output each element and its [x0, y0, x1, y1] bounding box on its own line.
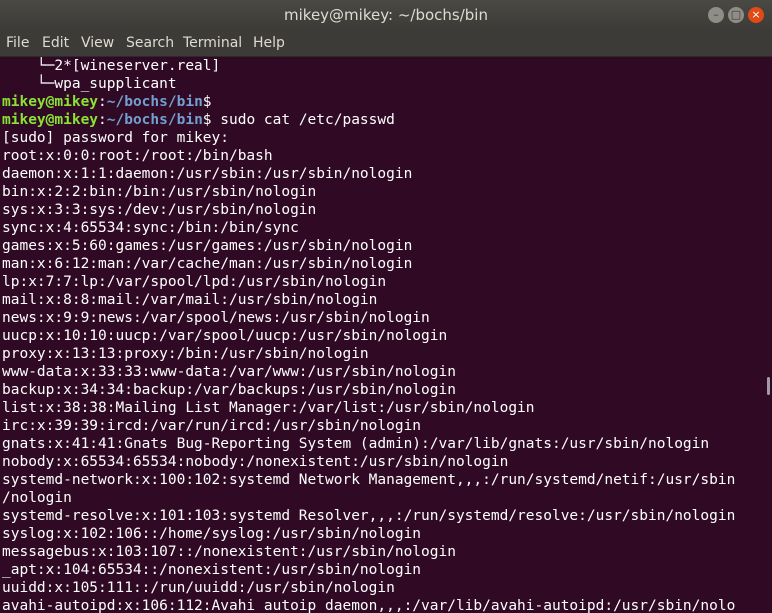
scrollbar-thumb[interactable] — [767, 377, 770, 395]
output-line: uucp:x:10:10:uucp:/var/spool/uucp:/usr/s… — [2, 328, 448, 344]
menu-edit[interactable]: Edit — [42, 30, 69, 56]
output-line: sync:x:4:65534:sync:/bin:/bin/sync — [2, 220, 299, 236]
scrollbar[interactable] — [762, 57, 772, 613]
output-line: messagebus:x:103:107::/nonexistent:/usr/… — [2, 544, 456, 560]
prompt-line: mikey@mikey:~/bochs/bin$ sudo cat /etc/p… — [2, 112, 395, 128]
output-line: man:x:6:12:man:/var/cache/man:/usr/sbin/… — [2, 256, 413, 272]
output-line: systemd-resolve:x:101:103:systemd Resolv… — [2, 508, 736, 524]
output-line: bin:x:2:2:bin:/bin:/usr/sbin/nologin — [2, 184, 317, 200]
terminal-output[interactable]: └─2*[wineserver.real] └─wpa_supplicant m… — [0, 57, 762, 613]
output-line: root:x:0:0:root:/root:/bin/bash — [2, 148, 273, 164]
output-line: games:x:5:60:games:/usr/games:/usr/sbin/… — [2, 238, 413, 254]
menu-file[interactable]: File — [6, 30, 29, 56]
output-line: syslog:x:102:106::/home/syslog:/usr/sbin… — [2, 526, 422, 542]
output-line: _apt:x:104:65534::/nonexistent:/usr/sbin… — [2, 562, 422, 578]
minimize-icon[interactable]: – — [708, 7, 724, 23]
output-line: list:x:38:38:Mailing List Manager:/var/l… — [2, 400, 535, 416]
prompt-user: mikey@mikey — [2, 94, 99, 110]
output-line: systemd-network:x:100:102:systemd Networ… — [2, 472, 736, 488]
output-line: irc:x:39:39:ircd:/var/run/ircd:/usr/sbin… — [2, 418, 422, 434]
output-line: daemon:x:1:1:daemon:/usr/sbin:/usr/sbin/… — [2, 166, 413, 182]
prompt-user: mikey@mikey — [2, 112, 99, 128]
close-icon[interactable]: × — [748, 7, 764, 23]
maximize-icon[interactable]: □ — [728, 7, 744, 23]
output-line: gnats:x:41:41:Gnats Bug-Reporting System… — [2, 436, 710, 452]
output-line: news:x:9:9:news:/var/spool/news:/usr/sbi… — [2, 310, 430, 326]
output-line: uuidd:x:105:111::/run/uuidd:/usr/sbin/no… — [2, 580, 395, 596]
tree-line: └─wpa_supplicant — [2, 76, 177, 92]
prompt-command: sudo cat /etc/passwd — [211, 112, 395, 128]
output-line: lp:x:7:7:lp:/var/spool/lpd:/usr/sbin/nol… — [2, 274, 387, 290]
prompt-line: mikey@mikey:~/bochs/bin$ — [2, 94, 212, 110]
output-line: sys:x:3:3:sys:/dev:/usr/sbin/nologin — [2, 202, 317, 218]
output-line: www-data:x:33:33:www-data:/var/www:/usr/… — [2, 364, 456, 380]
menu-bar: File Edit View Search Terminal Help — [0, 30, 772, 57]
output-line: backup:x:34:34:backup:/var/backups:/usr/… — [2, 382, 456, 398]
output-line: proxy:x:13:13:proxy:/bin:/usr/sbin/nolog… — [2, 346, 369, 362]
window-title: mikey@mikey: ~/bochs/bin — [284, 6, 488, 24]
output-line: [sudo] password for mikey: — [2, 130, 229, 146]
prompt-path: ~/bochs/bin — [106, 112, 203, 128]
menu-search[interactable]: Search — [126, 30, 174, 56]
output-line: mail:x:8:8:mail:/var/mail:/usr/sbin/nolo… — [2, 292, 378, 308]
output-line: /nologin — [2, 490, 72, 506]
title-bar[interactable]: mikey@mikey: ~/bochs/bin – □ × — [0, 0, 772, 30]
output-line: avahi-autoipd:x:106:112:Avahi autoip dae… — [2, 598, 736, 613]
menu-terminal[interactable]: Terminal — [183, 30, 242, 56]
tree-line: └─2*[wineserver.real] — [2, 58, 221, 74]
menu-help[interactable]: Help — [253, 30, 285, 56]
menu-view[interactable]: View — [81, 30, 114, 56]
output-line: nobody:x:65534:65534:nobody:/nonexistent… — [2, 454, 509, 470]
prompt-path: ~/bochs/bin — [106, 94, 203, 110]
